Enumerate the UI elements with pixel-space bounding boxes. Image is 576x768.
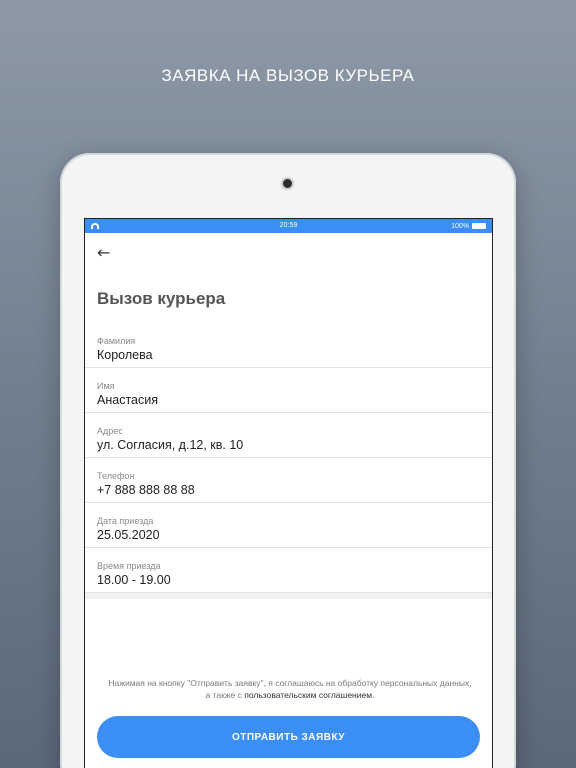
- field-last-name[interactable]: Фамилия Королева: [85, 323, 492, 368]
- status-bar: 20:59 100%: [85, 219, 492, 233]
- page-heading: ЗАЯВКА НА ВЫЗОВ КУРЬЕРА: [161, 66, 415, 85]
- consent-text: Нажимая на кнопку "Отправить заявку", я …: [105, 677, 475, 701]
- field-label: Время приезда: [97, 561, 161, 571]
- field-arrival-date[interactable]: Дата приезда 25.05.2020: [85, 503, 492, 548]
- field-label: Адрес: [97, 426, 123, 436]
- field-label: Дата приезда: [97, 516, 154, 526]
- user-agreement-link[interactable]: пользовательским соглашением: [244, 690, 372, 700]
- field-address[interactable]: Адрес ул. Согласия, д.12, кв. 10: [85, 413, 492, 458]
- form-divider: [85, 593, 492, 599]
- status-time: 20:59: [279, 222, 298, 229]
- last-name-input[interactable]: Королева: [97, 348, 153, 362]
- field-first-name[interactable]: Имя Анастасия: [85, 368, 492, 413]
- field-arrival-time[interactable]: Время приезда 18.00 - 19.00: [85, 548, 492, 593]
- first-name-input[interactable]: Анастасия: [97, 393, 158, 407]
- field-label: Телефон: [97, 471, 135, 481]
- courier-form: Фамилия Королева Имя Анастасия Адрес ул.…: [85, 323, 492, 599]
- back-arrow-icon[interactable]: ←: [97, 243, 110, 262]
- address-input[interactable]: ул. Согласия, д.12, кв. 10: [97, 438, 243, 452]
- field-label: Имя: [97, 381, 115, 391]
- phone-input[interactable]: +7 888 888 88 88: [97, 483, 195, 497]
- field-label: Фамилия: [97, 336, 136, 346]
- arrival-date-input[interactable]: 25.05.2020: [97, 528, 160, 542]
- field-phone[interactable]: Телефон +7 888 888 88 88: [85, 458, 492, 503]
- consent-end: .: [372, 690, 375, 700]
- app-screen: 20:59 100% ← Вызов курьера Фамилия Корол…: [84, 218, 493, 768]
- submit-request-button[interactable]: ОТПРАВИТЬ ЗАЯВКУ: [97, 716, 480, 758]
- nav-bar: ←: [85, 233, 492, 269]
- screen-title: Вызов курьера: [97, 289, 226, 308]
- camera-icon: [283, 179, 292, 188]
- arrival-time-input[interactable]: 18.00 - 19.00: [97, 573, 171, 587]
